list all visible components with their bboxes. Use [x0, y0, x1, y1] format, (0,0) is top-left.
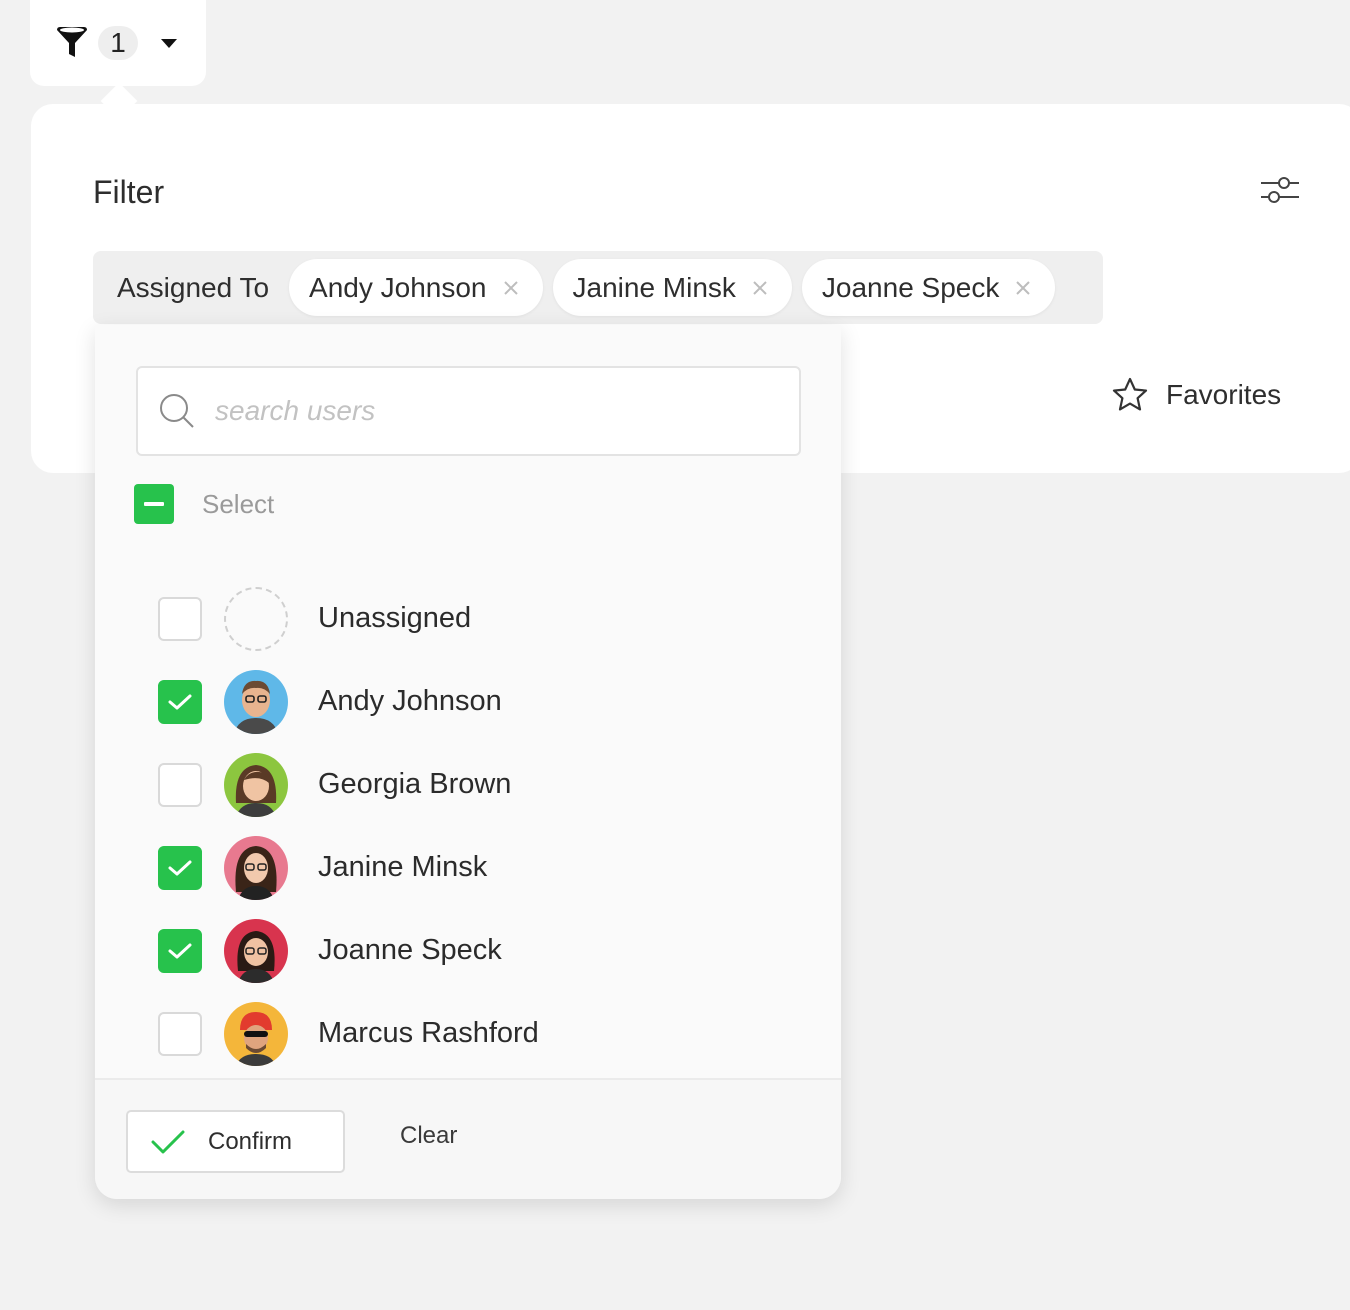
- filter-chip[interactable]: Joanne Speck: [801, 259, 1056, 316]
- avatar: [224, 752, 288, 817]
- check-icon: [168, 860, 192, 875]
- checkbox[interactable]: [158, 1011, 202, 1056]
- chip-label: Joanne Speck: [821, 271, 1000, 303]
- filter-chip[interactable]: Andy Johnson: [289, 259, 543, 316]
- user-select-dropdown: Select Unassigned Andy Johnson: [95, 325, 841, 1199]
- avatar-placeholder: [224, 586, 288, 651]
- select-all-label: Select: [202, 488, 275, 519]
- filter-trigger-button[interactable]: 1: [30, 0, 206, 86]
- user-name: Joanne Speck: [318, 934, 502, 966]
- funnel-icon: [54, 23, 90, 63]
- user-name: Unassigned: [318, 602, 472, 634]
- filter-count-badge: 1: [98, 26, 138, 60]
- favorites-button[interactable]: Favorites: [1111, 376, 1281, 414]
- favorites-label: Favorites: [1166, 379, 1282, 410]
- close-icon[interactable]: [752, 280, 768, 296]
- search-input[interactable]: [215, 395, 775, 427]
- user-name: Georgia Brown: [318, 768, 512, 800]
- filter-chip[interactable]: Janine Minsk: [552, 259, 792, 316]
- checkbox-checked[interactable]: [158, 845, 202, 890]
- list-item[interactable]: Janine Minsk: [158, 826, 798, 909]
- confirm-button[interactable]: Confirm: [126, 1110, 345, 1173]
- star-icon: [1111, 376, 1149, 414]
- search-icon: [158, 392, 196, 430]
- user-name: Andy Johnson: [318, 685, 502, 717]
- chip-label: Janine Minsk: [572, 271, 736, 303]
- user-list: Unassigned Andy Johnson Georgia Brown Ja…: [158, 577, 798, 1075]
- check-icon: [168, 943, 192, 958]
- avatar: [224, 1001, 288, 1066]
- chip-label: Andy Johnson: [309, 271, 487, 303]
- list-item[interactable]: Joanne Speck: [158, 909, 798, 992]
- checkbox-checked[interactable]: [158, 679, 202, 724]
- list-item[interactable]: Marcus Rashford: [158, 992, 798, 1075]
- avatar: [224, 918, 288, 983]
- user-name: Marcus Rashford: [318, 1017, 539, 1049]
- search-box: [136, 366, 801, 456]
- checkbox-checked[interactable]: [158, 928, 202, 973]
- list-item[interactable]: Unassigned: [158, 577, 798, 660]
- avatar: [224, 669, 288, 734]
- close-icon[interactable]: [503, 280, 519, 296]
- checkbox[interactable]: [158, 596, 202, 641]
- checkbox[interactable]: [158, 762, 202, 807]
- sliders-icon[interactable]: [1259, 174, 1299, 206]
- user-name: Janine Minsk: [318, 851, 488, 883]
- confirm-label: Confirm: [208, 1127, 293, 1155]
- close-icon[interactable]: [1015, 280, 1031, 296]
- list-item[interactable]: Andy Johnson: [158, 660, 798, 743]
- check-icon: [168, 694, 192, 709]
- avatar: [224, 835, 288, 900]
- assigned-to-filter[interactable]: Assigned To Andy Johnson Janine Minsk Jo…: [93, 251, 1103, 324]
- select-all[interactable]: Select: [134, 484, 274, 524]
- indeterminate-checkbox[interactable]: [134, 484, 174, 524]
- list-item[interactable]: Georgia Brown: [158, 743, 798, 826]
- clear-button[interactable]: Clear: [400, 1122, 457, 1150]
- chevron-down-icon: [160, 37, 178, 49]
- check-icon: [150, 1128, 186, 1156]
- filter-title: Filter: [93, 174, 165, 210]
- assigned-to-label: Assigned To: [117, 271, 270, 303]
- dropdown-footer: Confirm Clear: [95, 1078, 841, 1199]
